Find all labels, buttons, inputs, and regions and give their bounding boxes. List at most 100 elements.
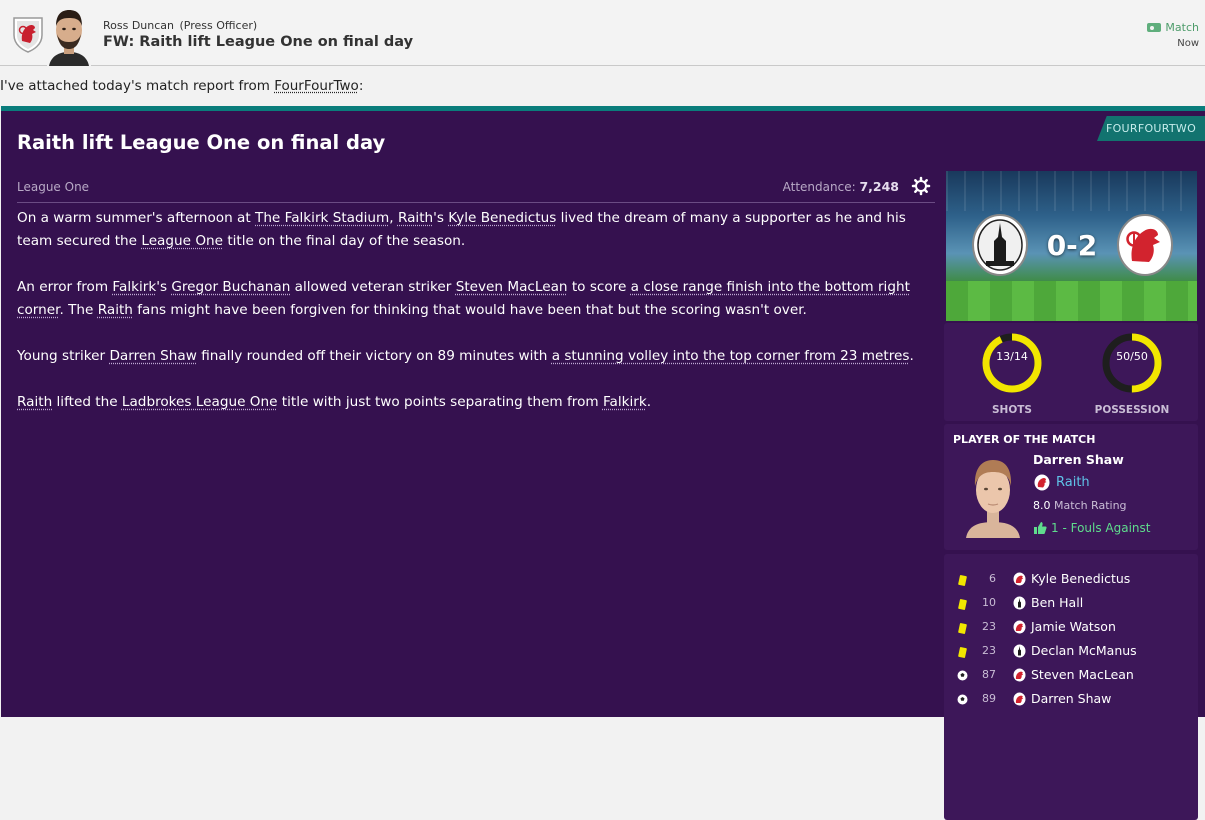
pitch	[946, 281, 1197, 321]
player-portrait[interactable]	[964, 452, 1022, 538]
text: fans might have been forgiven for thinki…	[132, 302, 807, 318]
event-row[interactable]: 6 Kyle Benedictus	[944, 568, 1198, 592]
potm-stat-text: 1 - Fouls Against	[1051, 521, 1151, 535]
match-tag[interactable]: Match	[1147, 21, 1199, 34]
raith-crest-icon	[1013, 572, 1026, 586]
raith-crest-icon	[1013, 620, 1026, 634]
rating-label: Match Rating	[1054, 499, 1127, 512]
raith-crest-icon	[1013, 668, 1026, 682]
raith-crest-icon[interactable]	[1116, 213, 1174, 277]
match-tag-label: Match	[1165, 21, 1199, 34]
article-title: Raith lift League One on final day	[17, 131, 386, 154]
player-link[interactable]: Steven MacLean	[456, 279, 568, 295]
text: to score	[567, 279, 631, 295]
match-stats: 13/14 SHOTS 50/50 POSSESSION	[944, 323, 1198, 421]
competition-row: League One Attendance: 7,248	[17, 176, 935, 203]
article-body: On a warm summer's afternoon at The Falk…	[17, 207, 942, 437]
ball-icon	[957, 669, 968, 681]
club-link[interactable]: Raith	[398, 210, 433, 226]
competition-name[interactable]: League One	[17, 180, 89, 194]
potm-rating: 8.0 Match Rating	[1033, 499, 1127, 512]
text: ,	[389, 210, 398, 226]
competition-link[interactable]: Ladbrokes League One	[122, 394, 278, 410]
shots-ring	[982, 333, 1042, 393]
source-tag: FOURFOURTWO	[1097, 116, 1205, 141]
yellow-card-icon	[958, 622, 967, 634]
potm-heading: PLAYER OF THE MATCH	[953, 433, 1096, 446]
club-link[interactable]: Raith	[17, 394, 52, 410]
text: finally rounded off their victory on 89 …	[196, 348, 552, 364]
falkirk-crest-icon	[1013, 644, 1026, 658]
yellow-card-icon	[958, 598, 967, 610]
text: allowed veteran striker	[290, 279, 456, 295]
sender-role: (Press Officer)	[179, 19, 258, 32]
event-player[interactable]: Steven MacLean	[1031, 667, 1134, 682]
paragraph-3: Young striker Darren Shaw finally rounde…	[17, 345, 942, 368]
scoreline-panel[interactable]: 0-2	[946, 171, 1197, 321]
paragraph-2: An error from Falkirk's Gregor Buchanan …	[17, 276, 942, 322]
competition-link[interactable]: League One	[141, 233, 223, 249]
match-events: 6 Kyle Benedictus 10 Ben Hall 23 Jamie Watson…	[944, 554, 1198, 820]
shots-arc	[982, 333, 1042, 393]
attendance-label: Attendance:	[782, 180, 856, 194]
text: title on the final day of the season.	[223, 233, 466, 249]
potm-name[interactable]: Darren Shaw	[1033, 452, 1124, 467]
attendance: Attendance: 7,248	[783, 179, 899, 194]
shots-label: SHOTS	[991, 404, 1032, 416]
settings-icon[interactable]	[911, 176, 931, 196]
message-header: Ross Duncan (Press Officer) FW: Raith li…	[0, 0, 1205, 66]
player-link[interactable]: Darren Shaw	[109, 348, 196, 364]
event-row[interactable]: 23 Jamie Watson	[944, 616, 1198, 640]
player-link[interactable]: Kyle Benedictus	[448, 210, 556, 226]
event-minute: 89	[982, 692, 996, 705]
player-link[interactable]: Gregor Buchanan	[171, 279, 290, 295]
club-link[interactable]: Falkirk	[603, 394, 647, 410]
potm-club[interactable]: Raith	[1034, 474, 1090, 491]
text: 's	[156, 279, 172, 295]
sender-line: Ross Duncan (Press Officer)	[103, 19, 257, 32]
event-minute: 87	[982, 668, 996, 681]
falkirk-crest-icon[interactable]	[971, 213, 1029, 277]
goal-link[interactable]: a stunning volley into the top corner fr…	[552, 348, 910, 364]
stadium-lights	[946, 171, 1197, 211]
club-link[interactable]: Raith	[98, 302, 133, 318]
event-row[interactable]: 89 Darren Shaw	[944, 688, 1198, 712]
event-player[interactable]: Ben Hall	[1031, 595, 1083, 610]
event-minute: 6	[989, 572, 996, 585]
falkirk-crest-icon	[1013, 596, 1026, 610]
intro-line: I've attached today's match report from …	[0, 78, 363, 94]
event-row[interactable]: 10 Ben Hall	[944, 592, 1198, 616]
text: .	[646, 394, 652, 410]
event-player[interactable]: Declan McManus	[1031, 643, 1137, 658]
event-minute: 10	[982, 596, 996, 609]
paragraph-1: On a warm summer's afternoon at The Falk…	[17, 207, 942, 253]
attendance-value: 7,248	[859, 179, 899, 194]
event-player[interactable]: Darren Shaw	[1031, 691, 1111, 706]
text: . The	[59, 302, 98, 318]
intro-suffix: :	[358, 78, 364, 94]
event-player[interactable]: Kyle Benedictus	[1031, 571, 1130, 586]
source-link[interactable]: FourFourTwo	[274, 78, 359, 94]
player-of-the-match[interactable]: PLAYER OF THE MATCH Darren Shaw Raith 8.…	[944, 424, 1198, 550]
event-player[interactable]: Jamie Watson	[1031, 619, 1116, 634]
text: An error from	[17, 279, 113, 295]
event-row[interactable]: 23 Declan McManus	[944, 640, 1198, 664]
event-minute: 23	[982, 644, 996, 657]
possession-ring	[1102, 333, 1162, 393]
sender-name[interactable]: Ross Duncan	[103, 19, 174, 32]
possession-label: POSSESSION	[1094, 404, 1170, 416]
text: lifted the	[52, 394, 122, 410]
club-link[interactable]: Falkirk	[112, 279, 156, 295]
text: On a warm summer's afternoon at	[17, 210, 256, 226]
message-subject: FW: Raith lift League One on final day	[103, 34, 414, 50]
potm-highlight: 1 - Fouls Against	[1033, 521, 1151, 535]
stadium-link[interactable]: The Falkirk Stadium	[255, 210, 389, 226]
yellow-card-icon	[958, 574, 967, 586]
text: 's	[433, 210, 449, 226]
paragraph-4: Raith lifted the Ladbrokes League One ti…	[17, 391, 942, 414]
yellow-card-icon	[958, 646, 967, 658]
raith-crest-icon	[13, 17, 43, 53]
potm-club-name: Raith	[1056, 475, 1090, 490]
possession-value: 50/50	[1116, 350, 1148, 363]
event-row[interactable]: 87 Steven MacLean	[944, 664, 1198, 688]
